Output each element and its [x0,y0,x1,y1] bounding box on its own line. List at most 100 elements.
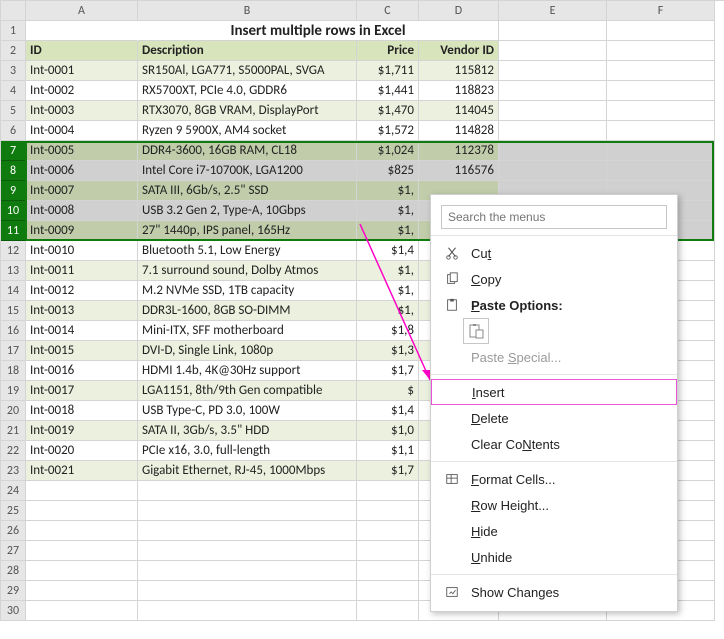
cell-price[interactable] [357,481,419,501]
cell[interactable] [607,101,715,121]
cell-price[interactable] [357,521,419,541]
cell-desc[interactable]: DVI-D, Single Link, 1080p [138,341,357,361]
column-header[interactable]: A [26,1,138,21]
cell-id[interactable] [26,541,138,561]
cell-price[interactable]: $1, [357,201,419,221]
cell-id[interactable]: Int-0021 [26,461,138,481]
cell-id[interactable]: Int-0002 [26,81,138,101]
cell-id[interactable] [26,601,138,621]
cell-id[interactable]: Int-0014 [26,321,138,341]
menu-show-changes[interactable]: Show Changes [431,579,677,605]
row-header[interactable]: 19 [1,381,26,401]
cell-price[interactable]: $1,441 [357,81,419,101]
cell-desc[interactable]: M.2 NVMe SSD, 1TB capacity [138,281,357,301]
cell-desc[interactable]: Bluetooth 5.1, Low Energy [138,241,357,261]
menu-clear[interactable]: Clear CoNtents [431,431,677,457]
cell-desc[interactable]: USB 3.2 Gen 2, Type-A, 10Gbps [138,201,357,221]
cell-desc[interactable]: 7.1 surround sound, Dolby Atmos [138,261,357,281]
cell[interactable] [499,121,607,141]
row-header[interactable]: 28 [1,561,26,581]
row-header[interactable]: 9 [1,181,26,201]
cell-vendor[interactable]: 118823 [419,81,499,101]
cell-id[interactable] [26,501,138,521]
cell-id[interactable]: Int-0011 [26,261,138,281]
cell-price[interactable]: $1,3 [357,341,419,361]
cell-desc[interactable] [138,601,357,621]
row-header[interactable]: 4 [1,81,26,101]
cell-id[interactable]: Int-0018 [26,401,138,421]
cell-desc[interactable]: SATA II, 3Gb/s, 3.5" HDD [138,421,357,441]
cell[interactable] [607,81,715,101]
row-header[interactable]: 11 [1,221,26,241]
cell-desc[interactable] [138,481,357,501]
column-header[interactable]: B [138,1,357,21]
row-header[interactable]: 22 [1,441,26,461]
cell-id[interactable]: Int-0019 [26,421,138,441]
cell-price[interactable] [357,541,419,561]
cell-id[interactable]: Int-0012 [26,281,138,301]
row-header[interactable]: 6 [1,121,26,141]
menu-hide[interactable]: Hide [431,518,677,544]
row-header[interactable]: 17 [1,341,26,361]
menu-unhide[interactable]: Unhide [431,544,677,570]
column-header[interactable]: F [607,1,715,21]
cell-desc[interactable]: 27" 1440p, IPS panel, 165Hz [138,221,357,241]
cell[interactable] [499,161,607,181]
cell-vendor[interactable]: 114045 [419,101,499,121]
row-header[interactable]: 13 [1,261,26,281]
cell[interactable] [607,161,715,181]
cell-desc[interactable]: SATA III, 6Gb/s, 2.5" SSD [138,181,357,201]
row-header[interactable]: 21 [1,421,26,441]
cell-id[interactable] [26,581,138,601]
cell-price[interactable] [357,561,419,581]
cell-id[interactable]: Int-0013 [26,301,138,321]
row-header[interactable]: 14 [1,281,26,301]
cell-price[interactable]: $1, [357,221,419,241]
cell-price[interactable]: $1,7 [357,361,419,381]
cell-id[interactable]: Int-0015 [26,341,138,361]
menu-row-height[interactable]: Row Height... [431,492,677,518]
cell-price[interactable]: $1,7 [357,461,419,481]
cell-price[interactable]: $1, [357,301,419,321]
menu-copy[interactable]: Copy [431,266,677,292]
cell-price[interactable] [357,601,419,621]
row-header[interactable]: 24 [1,481,26,501]
cell-id[interactable]: Int-0016 [26,361,138,381]
cell-price[interactable]: $1, [357,281,419,301]
row-header[interactable]: 10 [1,201,26,221]
cell-desc[interactable] [138,501,357,521]
cell-id[interactable]: Int-0010 [26,241,138,261]
cell-id[interactable] [26,481,138,501]
cell[interactable] [499,61,607,81]
cell-id[interactable]: Int-0008 [26,201,138,221]
cell[interactable] [499,81,607,101]
cell-id[interactable]: Int-0006 [26,161,138,181]
row-header[interactable]: 30 [1,601,26,621]
cell-desc[interactable] [138,561,357,581]
cell[interactable] [26,21,138,41]
cell-price[interactable]: $1,470 [357,101,419,121]
row-header[interactable]: 12 [1,241,26,261]
row-header[interactable]: 7 [1,141,26,161]
select-all-corner[interactable] [1,1,26,21]
cell-price[interactable]: $1,711 [357,61,419,81]
cell-price[interactable]: $1,0 [357,421,419,441]
cell[interactable] [607,41,715,61]
cell-price[interactable]: $ [357,381,419,401]
cell-id[interactable]: Int-0001 [26,61,138,81]
cell-price[interactable]: $1,8 [357,321,419,341]
row-header[interactable]: 25 [1,501,26,521]
row-header[interactable]: 15 [1,301,26,321]
cell[interactable] [607,21,715,41]
row-header[interactable]: 5 [1,101,26,121]
row-header[interactable]: 1 [1,21,26,41]
cell-id[interactable]: Int-0005 [26,141,138,161]
cell-id[interactable]: Int-0017 [26,381,138,401]
row-header[interactable]: 2 [1,41,26,61]
cell-price[interactable]: $1, [357,261,419,281]
cell-price[interactable]: $1,1 [357,441,419,461]
row-header[interactable]: 29 [1,581,26,601]
cell-id[interactable]: Int-0020 [26,441,138,461]
cell-price[interactable]: $1,4 [357,401,419,421]
cell[interactable] [499,41,607,61]
